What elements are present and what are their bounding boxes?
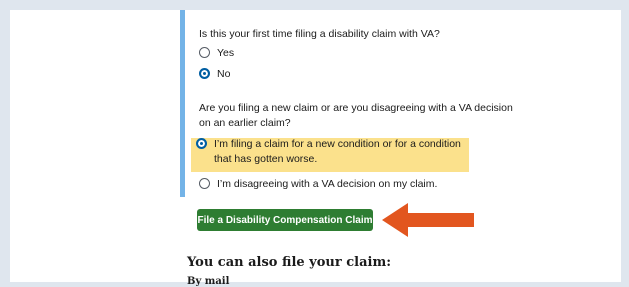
radio-disagree-icon[interactable]	[199, 178, 210, 189]
page-content: Is this your first time filing a disabil…	[10, 10, 621, 287]
radio-new-claim-selected-icon[interactable]	[196, 138, 207, 149]
radio-option-new-claim[interactable]: I’m filing a claim for a new condition o…	[196, 137, 464, 167]
question-first-time-label: Is this your first time filing a disabil…	[199, 28, 440, 40]
radio-option-label: No	[217, 68, 231, 80]
question-claim-type-label: Are you filing a new claim or are you di…	[199, 101, 513, 131]
radio-option-no[interactable]: No	[199, 67, 230, 82]
section-heading: You can also file your claim:	[187, 255, 392, 270]
radio-option-disagree[interactable]: I’m disagreeing with a VA decision on my…	[199, 177, 437, 192]
radio-option-label: Yes	[217, 47, 235, 59]
form-accent-bar	[180, 10, 185, 197]
radio-option-yes[interactable]: Yes	[199, 46, 234, 61]
question-claim-type-line1: Are you filing a new claim or are you di…	[199, 102, 513, 114]
arrow-left-icon	[382, 203, 474, 237]
radio-no-selected-icon[interactable]	[199, 68, 210, 79]
file-claim-button[interactable]: File a Disability Compensation Claim	[197, 209, 373, 231]
radio-yes-icon[interactable]	[199, 47, 210, 58]
question-claim-type-line2: on an earlier claim?	[199, 117, 291, 129]
radio-option-label: I’m disagreeing with a VA decision on my…	[217, 178, 438, 190]
radio-option-label: I’m filing a claim for a new condition o…	[214, 138, 461, 165]
